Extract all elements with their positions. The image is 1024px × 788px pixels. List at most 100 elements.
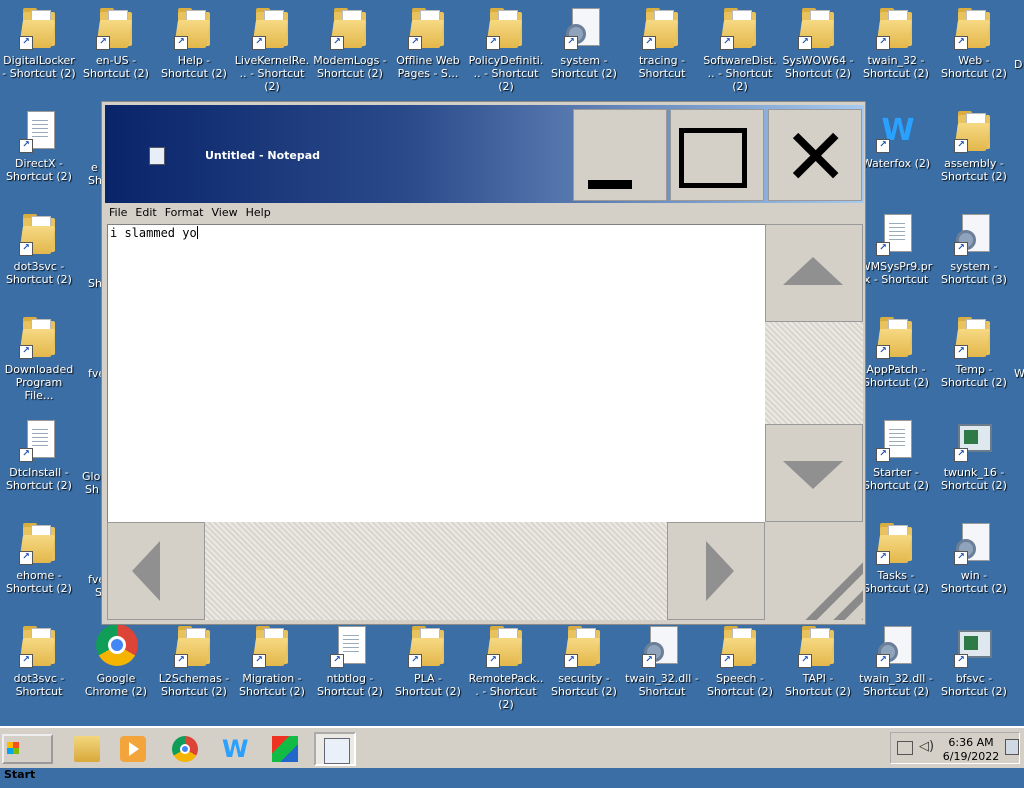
desktop-icon-tracing[interactable]: ↗ tracing - Shortcut — [623, 0, 701, 100]
desktop-icon-dot3svc[interactable]: ↗ dot3svc - Shortcut (2) — [0, 206, 78, 306]
desktop-partial-label: e — [91, 161, 98, 174]
desktop-icon-system[interactable]: ↗ system - Shortcut (2) — [545, 0, 623, 100]
close-button[interactable]: ✕ — [768, 109, 862, 201]
desktop-icon-tapi[interactable]: ↗ TAPI - Shortcut (2) — [779, 618, 857, 718]
desktop-icon-livekernelreports[interactable]: ↗ LiveKernelRe... - Shortcut (2) — [233, 0, 311, 100]
windows-logo-icon — [7, 742, 19, 754]
desktop-icon-assembly[interactable]: ↗ assembly - Shortcut (2) — [935, 103, 1013, 203]
vertical-scrollbar[interactable] — [765, 224, 863, 522]
desktop-icon-apppatch[interactable]: ↗ AppPatch - Shortcut (2) — [857, 309, 935, 409]
folder-icon: ↗ — [954, 6, 994, 50]
scroll-left-button[interactable] — [107, 522, 205, 620]
desktop-icon-temp[interactable]: ↗ Temp - Shortcut (2) — [935, 309, 1013, 409]
desktop-icon-wmsyspr9[interactable]: ↗ WMSysPr9.prx - Shortcut — [857, 206, 935, 306]
clock-date[interactable]: 6/19/2022 — [941, 750, 1001, 763]
desktop-icon-label: PLA - Shortcut (2) — [395, 672, 461, 698]
desktop-icon-label: Temp - Shortcut (2) — [941, 363, 1007, 389]
application-icon: ↗ — [954, 418, 994, 462]
maximize-button[interactable] — [670, 109, 764, 201]
desktop-icon-speech[interactable]: ↗ Speech - Shortcut (2) — [701, 618, 779, 718]
folder-icon: ↗ — [720, 624, 760, 668]
desktop-icon-migration[interactable]: ↗ Migration - Shortcut (2) — [233, 618, 311, 718]
text-editor[interactable]: i slammed yo — [107, 224, 765, 522]
desktop-icon-modemlogs[interactable]: ↗ ModemLogs - Shortcut (2) — [311, 0, 389, 100]
desktop-icon-label: Help - Shortcut (2) — [161, 54, 227, 80]
title-bar[interactable]: Untitled - Notepad ✕ — [105, 105, 864, 203]
folder-icon: ↗ — [408, 6, 448, 50]
desktop-icon-ehome[interactable]: ↗ ehome - Shortcut (2) — [0, 515, 78, 615]
system-file-icon: ↗ — [876, 624, 916, 668]
desktop-icon-pla[interactable]: ↗ PLA - Shortcut (2) — [389, 618, 467, 718]
scroll-right-button[interactable] — [667, 522, 765, 620]
desktop-icon-bfsvc[interactable]: ↗ bfsvc - Shortcut (2) — [935, 618, 1013, 718]
desktop-icon-tasks[interactable]: ↗ Tasks - Shortcut (2) — [857, 515, 935, 615]
clock-time[interactable]: 6:36 AM — [943, 736, 999, 749]
start-label: Start — [4, 768, 36, 781]
notepad-icon — [324, 738, 350, 764]
maximize-icon — [679, 128, 747, 188]
desktop-icon-offline-web-pages[interactable]: ↗ Offline Web Pages - S... — [389, 0, 467, 100]
resize-grip[interactable] — [765, 522, 863, 620]
desktop-icon-label: Waterfox (2) — [861, 157, 931, 170]
taskbar-notepad[interactable] — [314, 732, 356, 766]
desktop-icon-label: DirectX - Shortcut (2) — [6, 157, 72, 183]
desktop-icon-label: L2Schemas - Shortcut (2) — [158, 672, 230, 698]
menu-format[interactable]: Format — [161, 204, 208, 219]
menu-help[interactable]: Help — [242, 204, 275, 219]
folder-icon: ↗ — [174, 624, 214, 668]
desktop-icon-label: ntbtlog - Shortcut (2) — [317, 672, 383, 698]
desktop-icon-twain-32[interactable]: ↗ twain_32 - Shortcut (2) — [857, 0, 935, 100]
desktop-icon-label: PolicyDefiniti... - Shortcut (2) — [468, 54, 544, 93]
menu-view[interactable]: View — [208, 204, 242, 219]
desktop-icon-syswow64[interactable]: ↗ SysWOW64 - Shortcut (2) — [779, 0, 857, 100]
desktop-icon-ntbtlog[interactable]: ↗ ntbtlog - Shortcut (2) — [311, 618, 389, 718]
system-file-icon: ↗ — [564, 6, 604, 50]
desktop-partial-label: Sh — [88, 277, 102, 290]
taskbar-chrome[interactable] — [164, 732, 206, 766]
desktop-icon-en-us[interactable]: ↗ en-US - Shortcut (2) — [77, 0, 155, 100]
desktop-icon-twunk-16[interactable]: ↗ twunk_16 - Shortcut (2) — [935, 412, 1013, 512]
desktop-icon-label: twunk_16 - Shortcut (2) — [941, 466, 1007, 492]
desktop-icon-help[interactable]: ↗ Help - Shortcut (2) — [155, 0, 233, 100]
folder-icon: ↗ — [19, 212, 59, 256]
desktop-icon-system-3[interactable]: ↗ system - Shortcut (3) — [935, 206, 1013, 306]
menu-file[interactable]: File — [105, 204, 131, 219]
desktop-icon-dtcinstall[interactable]: ↗ DtcInstall - Shortcut (2) — [0, 412, 78, 512]
taskbar-waterfox[interactable]: W — [214, 732, 256, 766]
desktop-icon-twain-32-dll-2[interactable]: ↗ twain_32.dll - Shortcut (2) — [857, 618, 935, 718]
desktop-icon-remotepackages[interactable]: ↗ RemotePack... - Shortcut (2) — [467, 618, 545, 718]
minimize-button[interactable] — [573, 109, 667, 201]
menu-edit[interactable]: Edit — [131, 204, 160, 219]
desktop-icon-google-chrome[interactable]: Google Chrome (2) — [77, 618, 155, 718]
desktop-icon-twain-32-dll[interactable]: ↗ twain_32.dll - Shortcut — [623, 618, 701, 718]
desktop-icon-label: win - Shortcut (2) — [941, 569, 1007, 595]
folder-icon: ↗ — [486, 6, 526, 50]
desktop-icon-digitallocker[interactable]: ↗ DigitalLocker - Shortcut (2) — [0, 0, 78, 100]
desktop-icon-starter[interactable]: ↗ Starter - Shortcut (2) — [857, 412, 935, 512]
desktop-icon-label: assembly - Shortcut (2) — [941, 157, 1007, 183]
horizontal-scrollbar[interactable] — [107, 522, 765, 620]
desktop-icon-waterfox[interactable]: W ↗ Waterfox (2) — [857, 103, 935, 203]
folder-icon: ↗ — [642, 6, 682, 50]
scroll-down-button[interactable] — [765, 424, 863, 522]
desktop-icon-security[interactable]: ↗ security - Shortcut (2) — [545, 618, 623, 718]
desktop-icon-policydefinitions[interactable]: ↗ PolicyDefiniti... - Shortcut (2) — [467, 0, 545, 100]
taskbar-file-explorer[interactable] — [66, 732, 108, 766]
desktop-icon-softwaredistribution[interactable]: ↗ SoftwareDist... - Shortcut (2) — [701, 0, 779, 100]
taskbar-media-player[interactable] — [112, 732, 154, 766]
desktop-icon-win[interactable]: ↗ win - Shortcut (2) — [935, 515, 1013, 615]
desktop-icon-l2schemas[interactable]: ↗ L2Schemas - Shortcut (2) — [155, 618, 233, 718]
volume-icon[interactable]: ◁) — [919, 739, 934, 754]
taskbar-app[interactable] — [264, 732, 306, 766]
start-button[interactable]: Start — [2, 734, 53, 781]
folder-icon: ↗ — [19, 521, 59, 565]
desktop-icon-label: DigitalLocker - Shortcut (2) — [2, 54, 76, 80]
scroll-up-button[interactable] — [765, 224, 863, 322]
network-icon[interactable] — [897, 741, 913, 755]
desktop-icon-downloaded-program-files[interactable]: ↗ Downloaded Program File... — [0, 309, 78, 409]
desktop-icon-label: DtcInstall - Shortcut (2) — [6, 466, 72, 492]
show-desktop-icon[interactable] — [1005, 739, 1019, 755]
desktop-icon-web[interactable]: ↗ Web - Shortcut (2) — [935, 0, 1013, 100]
desktop-icon-dot3svc-shortcut[interactable]: ↗ dot3svc - Shortcut — [0, 618, 78, 718]
desktop-icon-directx[interactable]: ↗ DirectX - Shortcut (2) — [0, 103, 78, 203]
